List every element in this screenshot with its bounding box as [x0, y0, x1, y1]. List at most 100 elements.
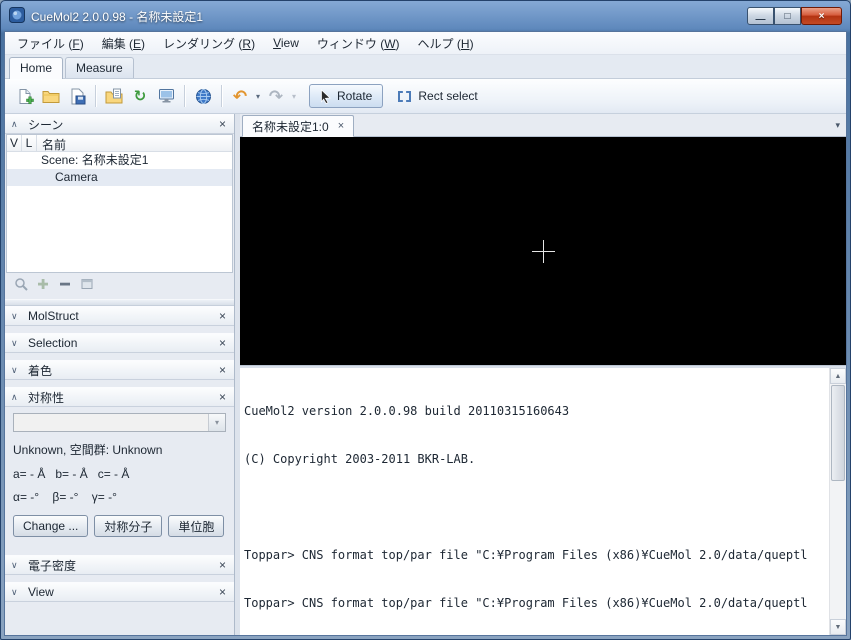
panel-header-molstruct[interactable]: ∨ MolStruct × [5, 306, 234, 326]
scrollbar-thumb[interactable] [831, 385, 845, 481]
panel-header-density[interactable]: ∨ 電子密度 × [5, 555, 234, 575]
panel-header-scene[interactable]: ∧ シーン × [5, 114, 234, 134]
chevron-down-icon: ∨ [11, 338, 22, 349]
panel-close-icon[interactable]: × [217, 558, 228, 572]
rect-select-tool-button[interactable]: Rect select [389, 84, 486, 108]
refresh-button[interactable]: ↻ [127, 83, 153, 109]
panel-title: シーン [28, 116, 211, 133]
panel-close-icon[interactable]: × [217, 390, 228, 404]
minimize-icon: — [756, 14, 766, 25]
undo-icon: ↶ [233, 88, 247, 105]
cell-dimensions: a= - Å b= - Å c= - Å [13, 467, 226, 481]
panel-title: MolStruct [28, 309, 211, 323]
log-line: Toppar> CNS format top/par file "C:¥Prog… [244, 547, 827, 563]
log-line [244, 499, 827, 515]
panel-close-icon[interactable]: × [217, 117, 228, 131]
cursor-icon [320, 89, 331, 104]
panel-title: Selection [28, 336, 211, 350]
scene-tree: V L 名前 Scene: 名称未設定1 Camera [6, 134, 233, 273]
sidebar-splitter[interactable] [5, 299, 234, 306]
menu-help[interactable]: ヘルプ (H) [409, 32, 483, 55]
panel-close-icon[interactable]: × [217, 309, 228, 323]
display-settings-button[interactable] [153, 83, 179, 109]
panel-close-icon[interactable]: × [217, 363, 228, 377]
app-icon [9, 7, 25, 26]
tree-item-scene[interactable]: Scene: 名称未設定1 [7, 152, 232, 169]
panel-title: View [28, 585, 211, 599]
refresh-icon: ↻ [134, 89, 147, 104]
menu-view[interactable]: View [264, 33, 308, 53]
open-file-button[interactable] [38, 83, 64, 109]
sidebar: ∧ シーン × V L 名前 Scene: 名称未設定1 Camera [5, 114, 235, 635]
tab-home[interactable]: Home [9, 57, 63, 79]
properties-icon[interactable] [80, 277, 94, 294]
document-tab-bar: 名称未設定1:0 × ▾ [240, 114, 846, 137]
combobox-arrow-icon[interactable]: ▾ [208, 414, 225, 431]
menu-bar: ファイル (F) 編集 (E) レンダリング (R) View ウィンドウ (W… [5, 32, 846, 55]
chevron-down-icon: ∨ [11, 365, 22, 376]
maximize-icon: □ [784, 11, 790, 22]
crosshair-icon [543, 240, 544, 263]
new-scene-button[interactable] [12, 83, 38, 109]
panel-close-icon[interactable]: × [217, 585, 228, 599]
document-tab-label: 名称未設定1:0 [252, 118, 329, 135]
panel-header-coloring[interactable]: ∨ 着色 × [5, 360, 234, 380]
globe-icon [195, 88, 212, 105]
panel-header-selection[interactable]: ∨ Selection × [5, 333, 234, 353]
unit-cell-button[interactable]: 単位胞 [168, 515, 224, 537]
tab-measure[interactable]: Measure [65, 57, 134, 78]
log-line: Toppar> CNS format top/par file "C:¥Prog… [244, 595, 827, 611]
folder-document-icon [105, 88, 123, 104]
panel-close-icon[interactable]: × [217, 336, 228, 350]
column-lock: L [22, 135, 37, 151]
redo-dropdown[interactable]: ▾ [289, 92, 299, 101]
toolbar-separator [221, 85, 222, 107]
log-line: CueMol2 version 2.0.0.98 build 201103151… [244, 403, 827, 419]
log-scrollbar[interactable]: ▲ ▼ [829, 368, 846, 635]
menu-file[interactable]: ファイル (F) [8, 32, 93, 55]
change-button[interactable]: Change ... [13, 515, 88, 537]
save-file-button[interactable] [64, 83, 90, 109]
title-bar[interactable]: CueMol2 2.0.0.98 - 名称未設定1 — □ × [4, 1, 847, 31]
close-button[interactable]: × [801, 7, 842, 25]
main-area: 名称未設定1:0 × ▾ CueMol2 version 2.0.0.98 bu… [240, 114, 846, 635]
symm-molecule-button[interactable]: 対称分子 [94, 515, 162, 537]
open-mol-button[interactable] [101, 83, 127, 109]
network-button[interactable] [190, 83, 216, 109]
monitor-icon [158, 88, 175, 104]
remove-icon[interactable] [58, 277, 72, 294]
add-icon[interactable] [36, 277, 50, 294]
molecule-viewport[interactable] [240, 137, 846, 365]
combobox-value [14, 414, 208, 431]
window-controls: — □ × [747, 7, 842, 25]
scene-toolbar [5, 273, 234, 297]
menu-edit[interactable]: 編集 (E) [93, 32, 154, 55]
symmetry-combobox[interactable]: ▾ [13, 413, 226, 432]
minimize-button[interactable]: — [747, 7, 774, 25]
scene-tree-header: V L 名前 [7, 135, 232, 152]
undo-dropdown[interactable]: ▾ [253, 92, 263, 101]
rotate-tool-button[interactable]: Rotate [309, 84, 383, 108]
panel-header-view[interactable]: ∨ View × [5, 582, 234, 602]
chevron-down-icon: ∨ [11, 587, 22, 598]
tree-item-camera[interactable]: Camera [7, 169, 232, 186]
tab-list-dropdown-icon[interactable]: ▾ [835, 120, 840, 131]
app-window: CueMol2 2.0.0.98 - 名称未設定1 — □ × ファイル (F)… [0, 0, 851, 640]
ribbon-tab-row: Home Measure [5, 55, 846, 79]
zoom-icon[interactable] [14, 277, 28, 294]
chevron-down-icon: ∨ [11, 311, 22, 322]
panel-header-symmetry[interactable]: ∧ 対称性 × [5, 387, 234, 407]
menu-window[interactable]: ウィンドウ (W) [308, 32, 409, 55]
scroll-down-icon[interactable]: ▼ [830, 619, 846, 635]
scroll-up-icon[interactable]: ▲ [830, 368, 846, 384]
symmetry-panel-body: ▾ Unknown, 空間群: Unknown a= - Å b= - Å c=… [5, 407, 234, 543]
menu-rendering[interactable]: レンダリング (R) [154, 32, 264, 55]
window-client: ファイル (F) 編集 (E) レンダリング (R) View ウィンドウ (W… [4, 31, 847, 636]
redo-button[interactable]: ↷ [263, 83, 289, 109]
maximize-button[interactable]: □ [774, 7, 801, 25]
undo-button[interactable]: ↶ [227, 83, 253, 109]
document-tab[interactable]: 名称未設定1:0 × [242, 115, 354, 137]
panel-title: 対称性 [28, 389, 211, 406]
tab-close-icon[interactable]: × [338, 120, 344, 132]
scrollbar-track[interactable] [830, 384, 846, 619]
